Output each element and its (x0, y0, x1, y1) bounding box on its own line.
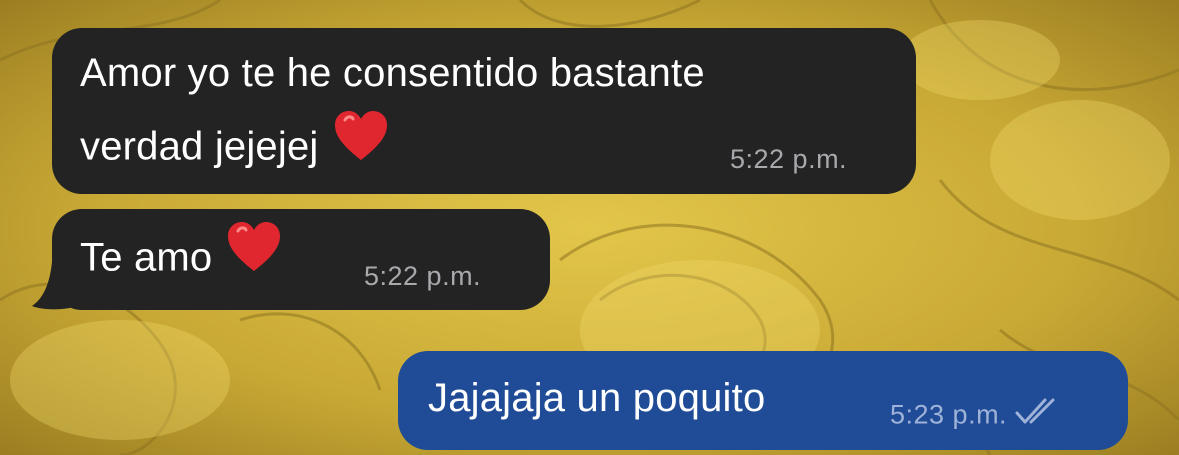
message-text-line: verdad jejejej (80, 111, 389, 184)
message-time: 5:22 p.m. (364, 261, 482, 291)
message-time: 5:22 p.m. (730, 144, 848, 174)
message-text: Te amo (80, 235, 213, 280)
heart-emoji-icon (226, 221, 282, 291)
message-text: verdad jejejej (80, 124, 319, 169)
message-text: Jajajaja un poquito (428, 376, 766, 420)
message-bubble-incoming-2[interactable]: Te amo 5:22 p.m. (52, 209, 550, 310)
message-text-line: Amor yo te he consentido bastante (80, 51, 705, 95)
message-time-row: 5:23 p.m. (890, 397, 1061, 434)
double-check-icon (1015, 397, 1061, 432)
message-bubble-outgoing-1[interactable]: Jajajaja un poquito 5:23 p.m. (398, 351, 1128, 450)
message-text-line: Te amo (80, 222, 282, 295)
heart-emoji-icon (333, 110, 389, 180)
message-time: 5:23 p.m. (890, 399, 1008, 430)
message-bubble-incoming-1[interactable]: Amor yo te he consentido bastante verdad… (52, 28, 916, 194)
